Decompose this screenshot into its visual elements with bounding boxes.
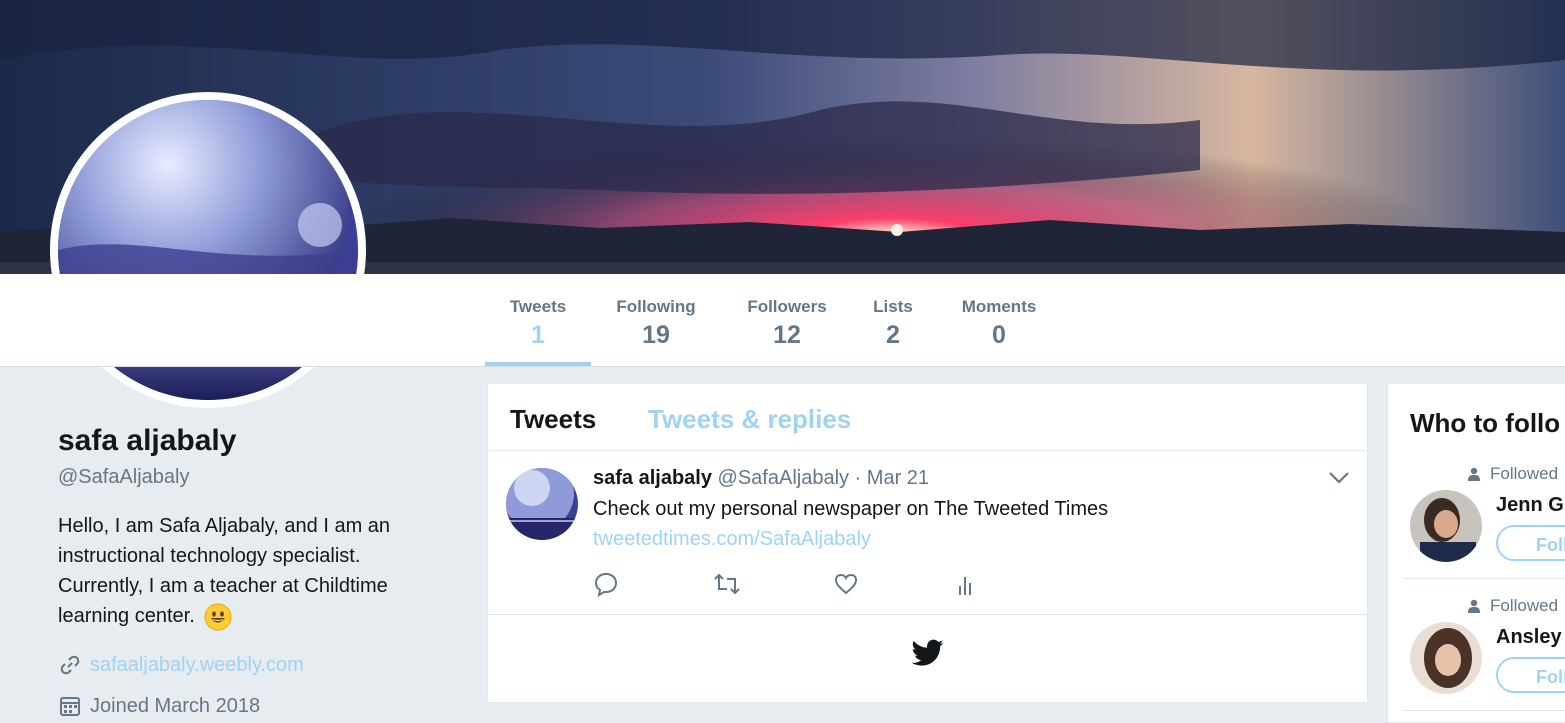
- tab-tweets[interactable]: Tweets: [510, 404, 596, 435]
- follow-suggestion: Followed Ansley Foll: [1388, 596, 1565, 722]
- like-heart-icon[interactable]: [833, 571, 859, 597]
- follow-button[interactable]: Foll: [1496, 525, 1565, 561]
- timeline-footer: [488, 615, 1367, 702]
- twitter-bird-icon: [912, 639, 944, 666]
- nav-followers-label: Followers: [747, 297, 827, 316]
- nav-moments-count: 0: [992, 321, 1006, 349]
- follow-context-text: Followed: [1490, 596, 1559, 615]
- divider: [1402, 578, 1565, 579]
- tweet-avatar[interactable]: [506, 468, 578, 540]
- timeline: Tweets Tweets & replies safa aljabaly @S…: [487, 383, 1368, 703]
- follow-context-text: Followed: [1490, 464, 1559, 483]
- tweet-author-handle[interactable]: @SafaAljabaly: [718, 467, 849, 489]
- person-icon: [1468, 599, 1480, 613]
- profile-website-link[interactable]: safaaljabaly.weebly.com: [90, 654, 304, 677]
- follow-context: Followed: [1468, 464, 1558, 484]
- tweet-item[interactable]: safa aljabaly @SafaAljabaly · Mar 21 Che…: [488, 451, 1367, 615]
- nav-lists-label: Lists: [873, 297, 913, 316]
- who-to-follow-title: Who to follo: [1410, 408, 1561, 438]
- profile-bio: Hello, I am Safa Aljabaly, and I am an i…: [58, 511, 428, 631]
- link-icon: [60, 655, 80, 675]
- reply-icon[interactable]: [593, 571, 619, 597]
- timeline-tabs: Tweets Tweets & replies: [488, 384, 1367, 451]
- tweet-author-name[interactable]: safa aljabaly: [593, 467, 712, 489]
- profile-joined-text: Joined March 2018: [90, 694, 261, 717]
- profile-joined: Joined March 2018: [58, 694, 260, 718]
- person-icon: [1468, 467, 1480, 481]
- tweet-text: Check out my personal newspaper on The T…: [593, 498, 1109, 520]
- tweet-header: safa aljabaly @SafaAljabaly · Mar 21: [593, 467, 929, 490]
- nav-tweets[interactable]: Tweets 1: [485, 274, 591, 366]
- suggestion-name[interactable]: Ansley: [1496, 626, 1562, 649]
- profile-website: safaaljabaly.weebly.com: [58, 653, 304, 677]
- tweet-link[interactable]: tweetedtimes.com/SafaAljabaly: [593, 528, 871, 551]
- nav-tweets-count: 1: [531, 321, 545, 349]
- nav-following-label: Following: [616, 297, 696, 316]
- nav-followers[interactable]: Followers 12: [738, 274, 836, 366]
- nav-tweets-label: Tweets: [509, 297, 567, 316]
- nav-following[interactable]: Following 19: [606, 274, 706, 366]
- suggestion-avatar[interactable]: [1410, 490, 1482, 562]
- nav-lists[interactable]: Lists 2: [866, 274, 920, 366]
- suggestion-name[interactable]: Jenn G: [1496, 494, 1564, 517]
- tab-tweets-replies[interactable]: Tweets & replies: [648, 404, 851, 435]
- profile-name[interactable]: safa aljabaly: [58, 424, 236, 458]
- nav-moments[interactable]: Moments 0: [951, 274, 1047, 366]
- profile-handle: @SafaAljabaly: [58, 466, 190, 488]
- who-to-follow-panel: Who to follo Followed Jenn G Foll Follow…: [1387, 383, 1565, 723]
- suggestion-avatar[interactable]: [1410, 622, 1482, 694]
- follow-suggestion: Followed Jenn G Foll: [1388, 464, 1565, 594]
- nav-lists-count: 2: [886, 321, 900, 349]
- profile-nav-bar: Tweets 1 Following 19 Followers 12 Lists…: [0, 274, 1565, 367]
- tweet-date[interactable]: · Mar 21: [855, 467, 929, 489]
- nav-moments-label: Moments: [961, 297, 1037, 316]
- retweet-icon[interactable]: [713, 571, 741, 597]
- nav-followers-count: 12: [773, 321, 801, 349]
- nav-following-count: 19: [642, 321, 670, 349]
- smiley-emoji-icon: [204, 603, 232, 631]
- follow-context: Followed: [1468, 596, 1558, 616]
- follow-button[interactable]: Foll: [1496, 657, 1565, 693]
- calendar-icon: [60, 697, 80, 716]
- analytics-icon[interactable]: [953, 571, 979, 597]
- divider: [1402, 710, 1565, 711]
- chevron-down-icon[interactable]: [1328, 471, 1350, 485]
